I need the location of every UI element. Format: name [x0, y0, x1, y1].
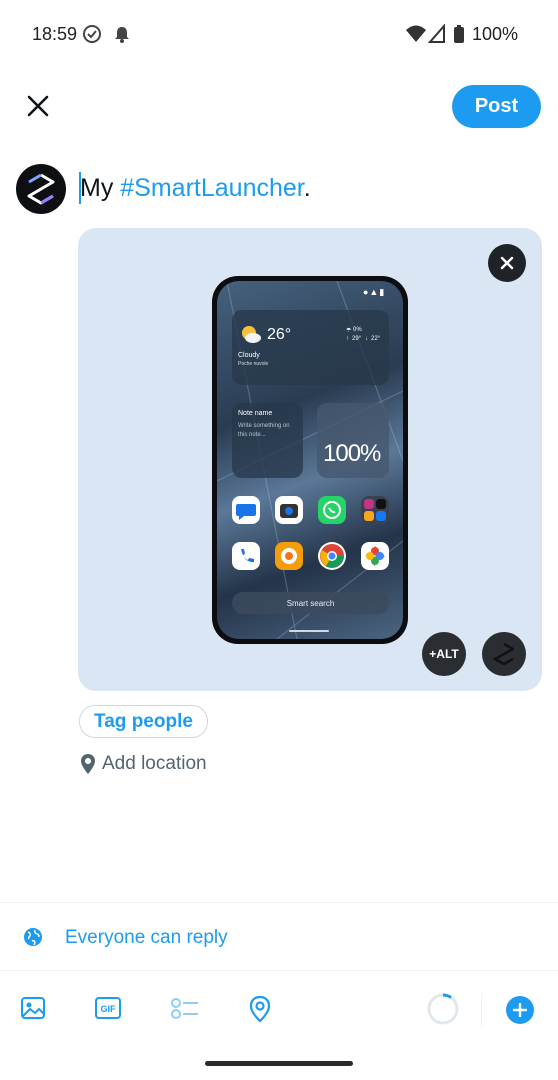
signal-icon: [428, 24, 445, 43]
smart-launcher-logo-icon: [27, 173, 55, 205]
music-app-icon: [275, 542, 303, 570]
battery-percent: 100%: [471, 24, 518, 44]
reply-settings-button[interactable]: Everyone can reply: [65, 927, 228, 949]
plus-icon: [513, 1003, 527, 1017]
phone-search-bar: Smart search: [232, 592, 389, 614]
phone-app-icon: [232, 542, 260, 570]
status-bar: 18:59 100%: [0, 0, 558, 70]
add-alt-text-button[interactable]: +ALT: [422, 632, 466, 676]
avatar[interactable]: [16, 164, 66, 214]
phone-status-dots: ●▲▮: [363, 287, 386, 297]
weather-high: 29°: [352, 336, 362, 342]
weather-condition: Cloudy: [238, 352, 260, 359]
edit-media-button[interactable]: [482, 632, 526, 676]
phone-home-indicator: [289, 630, 329, 632]
location-icon[interactable]: [248, 995, 272, 1023]
post-button[interactable]: Post: [452, 85, 541, 128]
close-button[interactable]: [22, 90, 54, 122]
weather-temperature: 26°: [267, 326, 292, 343]
note-body: Write something on this note...: [238, 423, 290, 438]
photos-app-icon: [361, 542, 389, 570]
alarm-icon: [115, 27, 129, 43]
divider-bottom: [0, 970, 558, 971]
close-icon: [27, 95, 49, 117]
weather-high-icon: ↑: [346, 336, 349, 342]
messages-app-icon: [232, 496, 260, 524]
tweet-text-plain: My: [80, 174, 121, 202]
battery-widget-value: 100%: [323, 440, 381, 467]
note-title: Note name: [238, 410, 273, 417]
location-pin-icon: [81, 754, 95, 774]
status-time: 18:59: [32, 24, 78, 44]
divider-top: [0, 902, 558, 903]
weather-widget: [232, 310, 389, 385]
navigation-handle[interactable]: [205, 1061, 353, 1066]
weather-low: 22°: [371, 336, 381, 342]
social-folder-icon: [361, 496, 389, 524]
character-count-ring: [427, 993, 459, 1025]
remove-media-button[interactable]: [488, 244, 526, 282]
tweet-text-input[interactable]: My #SmartLauncher.: [80, 172, 311, 204]
close-icon: [500, 256, 514, 270]
svg-text:GIF: GIF: [101, 1004, 117, 1014]
gif-icon[interactable]: GIF: [95, 995, 121, 1021]
camera-app-icon: [275, 496, 303, 524]
toolbar-separator: [481, 993, 482, 1027]
tag-people-button[interactable]: Tag people: [79, 705, 208, 738]
weather-precip-icon: ☂: [346, 328, 352, 334]
smart-launcher-logo-icon: [493, 642, 515, 666]
chrome-app-icon: [318, 542, 346, 570]
hashtag-link[interactable]: #SmartLauncher: [120, 174, 303, 202]
tweet-text-end: .: [303, 174, 311, 202]
battery-icon: [454, 25, 464, 43]
add-post-button[interactable]: [506, 996, 534, 1024]
image-icon[interactable]: [20, 995, 46, 1021]
weather-precip: 0%: [353, 327, 362, 333]
add-location-button[interactable]: Add location: [102, 753, 207, 775]
globe-icon: [24, 928, 42, 946]
check-circle-icon: [83, 25, 101, 43]
poll-icon[interactable]: [170, 995, 200, 1021]
sun-cloud-icon: [242, 326, 261, 343]
weather-low-icon: ↓: [365, 336, 368, 342]
weather-condition-sub: Poche nuvole: [238, 361, 269, 367]
whatsapp-app-icon: [318, 496, 346, 524]
wifi-icon: [406, 25, 426, 42]
